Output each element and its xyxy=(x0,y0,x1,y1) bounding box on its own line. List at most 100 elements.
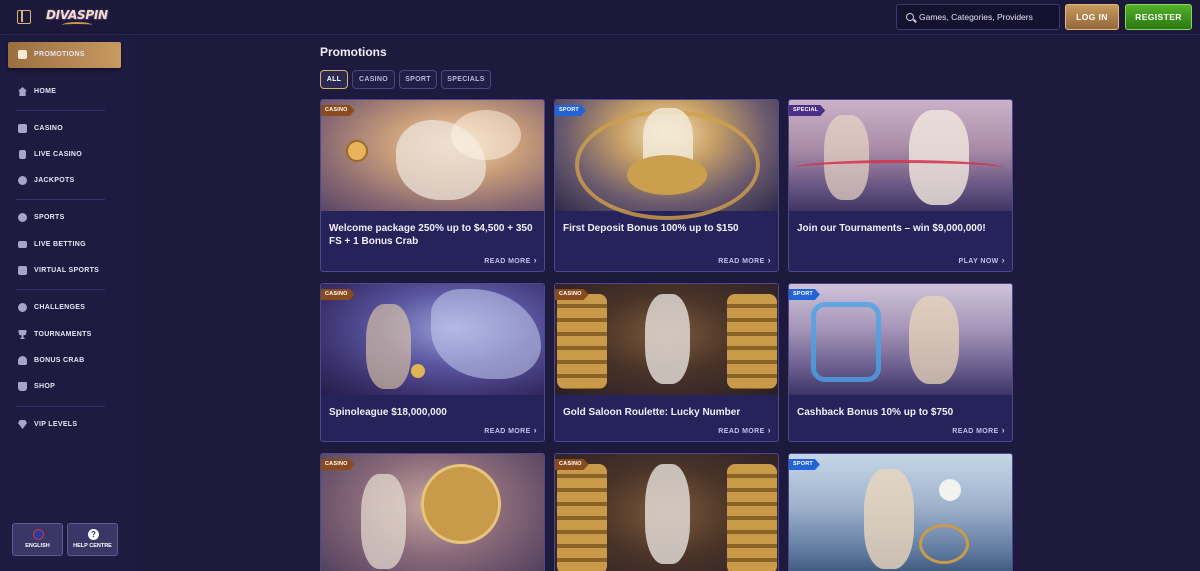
promo-image-gold-saloon xyxy=(555,454,778,571)
sidebar-item-bonus-crab[interactable]: BONUS CRAB xyxy=(8,348,121,374)
help-centre-button[interactable]: ? HELP CENTRE xyxy=(67,523,118,556)
sidebar-divider xyxy=(16,289,105,290)
language-button[interactable]: ENGLISH xyxy=(12,523,63,556)
filter-tab-casino[interactable]: CASINO xyxy=(352,70,395,89)
filter-tab-all[interactable]: ALL xyxy=(320,70,348,89)
sidebar-divider xyxy=(16,406,105,407)
sidebar-item-shop[interactable]: SHOP xyxy=(8,374,121,400)
sidebar-item-label: PROMOTIONS xyxy=(34,51,85,58)
sidebar-item-label: VIP LEVELS xyxy=(34,421,78,428)
wing-shape xyxy=(451,110,521,160)
promo-title: First Deposit Bonus 100% up to $150 xyxy=(563,223,739,234)
promo-image-casino-coin xyxy=(321,454,544,571)
sidebar-item-vip-levels[interactable]: VIP LEVELS xyxy=(8,412,121,438)
gold-coin-shape xyxy=(411,364,425,378)
filter-tab-specials[interactable]: SPECIALS xyxy=(441,70,491,89)
goddess-figure-shape xyxy=(366,304,411,389)
promo-card[interactable]: CASINO Gold Saloon Roulette: Lucky Numbe… xyxy=(554,283,779,442)
category-badge: CASINO xyxy=(555,289,589,300)
tennis-ball-shape xyxy=(939,479,961,501)
page-title: Promotions xyxy=(320,45,387,59)
coin-stack-left-shape xyxy=(557,294,607,389)
sidebar-item-label: CASINO xyxy=(34,125,64,132)
athlete-figure-shape xyxy=(909,296,959,384)
percent-sign-shape xyxy=(811,302,881,382)
category-badge: CASINO xyxy=(321,289,355,300)
divaspin-logo[interactable]: DIVASPIN xyxy=(46,5,108,29)
goddess-figure-shape xyxy=(909,110,969,205)
category-badge: SPECIAL xyxy=(789,105,825,116)
crab-icon xyxy=(18,356,27,365)
help-question-icon: ? xyxy=(88,529,99,540)
read-more-link[interactable]: READ MORE xyxy=(484,425,537,435)
filter-tab-sport[interactable]: SPORT xyxy=(399,70,437,89)
promo-card[interactable]: CASINO xyxy=(320,453,545,571)
sidebar-item-label: LIVE CASINO xyxy=(34,151,83,158)
goddess-figure-shape xyxy=(645,294,690,384)
sidebar-item-label: JACKPOTS xyxy=(34,177,75,184)
sidebar-item-virtual-sports[interactable]: VIRTUAL SPORTS xyxy=(8,258,121,284)
coin-stack-right-shape xyxy=(727,464,777,571)
promo-title: Welcome package 250% up to $4,500 + 350 … xyxy=(329,223,533,247)
shop-icon xyxy=(18,382,27,391)
sidebar-item-label: SPORTS xyxy=(34,214,65,221)
promo-title: Join our Tournaments – win $9,000,000! xyxy=(797,223,986,234)
sidebar-item-live-betting[interactable]: LIVE BETTING xyxy=(8,232,121,258)
read-more-link[interactable]: READ MORE xyxy=(718,425,771,435)
category-badge: SPORT xyxy=(555,105,586,116)
promo-card[interactable]: SPORT First Deposit Bonus 100% up to $15… xyxy=(554,99,779,272)
register-button[interactable]: REGISTER xyxy=(1125,4,1192,30)
sidebar-item-sports[interactable]: SPORTS xyxy=(8,205,121,231)
promo-image-tennis xyxy=(789,454,1012,571)
top-header: DIVASPIN LOG IN REGISTER xyxy=(0,0,1200,35)
promo-card[interactable]: CASINO Welcome package 250% up to $4,500… xyxy=(320,99,545,272)
sidebar-item-promotions[interactable]: PROMOTIONS xyxy=(8,42,121,68)
play-now-link[interactable]: PLAY NOW xyxy=(959,255,1005,265)
sidebar-item-label: VIRTUAL SPORTS xyxy=(34,267,100,274)
jackpots-icon xyxy=(18,176,27,185)
sidebar-divider xyxy=(16,199,105,200)
login-button[interactable]: LOG IN xyxy=(1065,4,1119,30)
virtual-sports-icon xyxy=(18,266,27,275)
casino-icon xyxy=(18,124,27,133)
sidebar-toggle-icon[interactable] xyxy=(17,10,31,24)
promo-title: Cashback Bonus 10% up to $750 xyxy=(797,407,954,418)
sidebar-item-challenges[interactable]: CHALLENGES xyxy=(8,295,121,321)
logo-text: DIVASPIN xyxy=(46,8,108,22)
home-icon xyxy=(18,87,27,96)
tennis-racket-shape xyxy=(919,524,969,564)
sidebar-item-tournaments[interactable]: TOURNAMENTS xyxy=(8,322,121,348)
promo-card[interactable]: SPECIAL Join our Tournaments – win $9,00… xyxy=(788,99,1013,272)
promo-image-golden-goddess xyxy=(555,100,778,220)
sidebar-item-label: TOURNAMENTS xyxy=(34,331,92,338)
sidebar-divider xyxy=(16,110,105,111)
category-badge: CASINO xyxy=(321,105,355,116)
goddess-figure-shape xyxy=(645,464,690,564)
sidebar-item-home[interactable]: HOME xyxy=(8,79,121,105)
read-more-link[interactable]: READ MORE xyxy=(718,255,771,265)
sidebar-item-label: LIVE BETTING xyxy=(34,241,86,248)
promo-title: Spinoleague $18,000,000 xyxy=(329,407,447,418)
read-more-link[interactable]: READ MORE xyxy=(952,425,1005,435)
athlete-figure-shape xyxy=(824,115,869,200)
category-badge: SPORT xyxy=(789,459,820,470)
search-icon xyxy=(906,13,914,21)
sidebar-item-jackpots[interactable]: JACKPOTS xyxy=(8,168,121,194)
promo-card[interactable]: CASINO Spinoleague $18,000,000 READ MORE xyxy=(320,283,545,442)
sidebar-item-live-casino[interactable]: LIVE CASINO xyxy=(8,142,121,168)
promo-image-pegasus xyxy=(321,100,544,211)
australia-flag-icon xyxy=(33,529,44,540)
search-input[interactable] xyxy=(919,5,1057,29)
gold-medallion-shape xyxy=(421,464,501,544)
read-more-link[interactable]: READ MORE xyxy=(484,255,537,265)
promo-card[interactable]: SPORT Cashback Bonus 10% up to $750 READ… xyxy=(788,283,1013,442)
sidebar-item-casino[interactable]: CASINO xyxy=(8,116,121,142)
live-casino-icon xyxy=(19,150,26,159)
promo-card[interactable]: CASINO xyxy=(554,453,779,571)
athlete-figure-shape xyxy=(864,469,914,569)
promo-card[interactable]: SPORT xyxy=(788,453,1013,571)
promo-image-spinoleague xyxy=(321,284,544,395)
search-box[interactable] xyxy=(896,4,1060,30)
goddess-figure-shape xyxy=(361,474,406,569)
diamond-icon xyxy=(18,420,27,429)
